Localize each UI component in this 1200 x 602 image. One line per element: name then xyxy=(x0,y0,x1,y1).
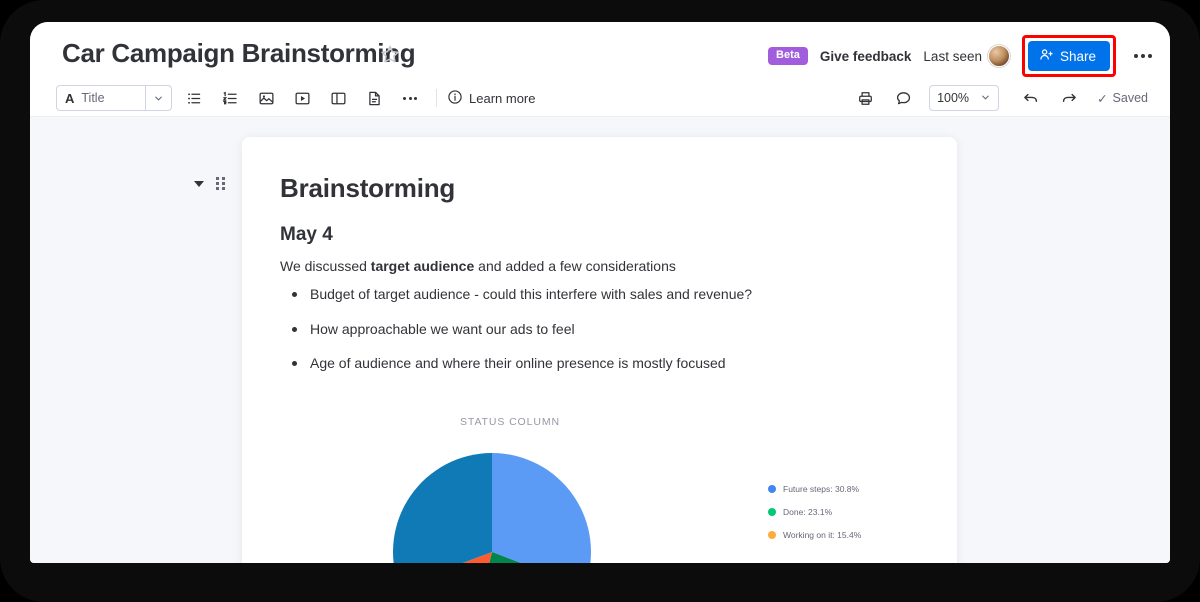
doc-subheading: May 4 xyxy=(280,224,333,245)
share-button[interactable]: Share xyxy=(1027,41,1110,71)
zoom-select[interactable]: 100% xyxy=(929,85,1000,111)
toolbar-right-group: 100% ✓ Saved xyxy=(845,85,1170,111)
list-item: How approachable we want our ads to feel xyxy=(280,320,913,340)
list-item: Age of audience and where their online p… xyxy=(280,354,913,374)
legend-label: Working on it: 15.4% xyxy=(783,529,862,540)
last-seen-group[interactable]: Last seen xyxy=(923,45,1010,67)
zoom-value: 100% xyxy=(937,91,970,105)
pie-chart-svg xyxy=(393,452,591,563)
image-icon[interactable] xyxy=(252,85,280,111)
legend-item[interactable]: Future steps: 30.8% xyxy=(768,484,861,494)
list-item: Budget of target audience - could this i… xyxy=(280,285,913,305)
block-gutter-controls xyxy=(194,177,225,190)
info-circle-icon xyxy=(447,89,463,108)
share-highlight-box: Share xyxy=(1021,35,1116,77)
print-icon[interactable] xyxy=(851,85,879,111)
legend-color-swatch xyxy=(768,507,776,516)
undo-arrow-icon[interactable] xyxy=(1017,85,1045,111)
page-title: Car Campaign Brainstorming xyxy=(62,38,416,68)
comment-bubble-icon[interactable] xyxy=(889,85,917,111)
layout-columns-icon[interactable] xyxy=(324,85,352,111)
intro-suffix: and added a few considerations xyxy=(474,258,676,274)
pie-chart-widget: STATUS COLUMN Future steps: 30.8% Done: … xyxy=(280,416,913,563)
legend-label: Done: 23.1% xyxy=(783,506,833,517)
give-feedback-link[interactable]: Give feedback xyxy=(820,49,912,64)
more-options-icon[interactable] xyxy=(396,85,424,111)
pie-slice[interactable] xyxy=(393,452,492,563)
star-outline-icon[interactable] xyxy=(380,44,400,64)
legend-color-swatch xyxy=(768,530,776,539)
text-style-select[interactable]: A Title xyxy=(56,85,172,111)
numbered-list-icon[interactable] xyxy=(216,85,244,111)
text-style-a-icon: A xyxy=(65,90,75,106)
chevron-down-icon xyxy=(980,92,991,105)
legend-color-swatch xyxy=(768,484,776,493)
header-actions: Beta Give feedback Last seen Share xyxy=(768,35,1158,77)
saved-status: ✓ Saved xyxy=(1097,91,1148,106)
bulleted-list-icon[interactable] xyxy=(180,85,208,111)
avatar[interactable] xyxy=(987,45,1010,67)
legend-label: Future steps: 30.8% xyxy=(783,483,860,494)
chevron-down-icon[interactable] xyxy=(145,86,171,110)
learn-more-button[interactable]: Learn more xyxy=(447,89,535,108)
pie-chart[interactable] xyxy=(392,452,592,563)
app-header: Car Campaign Brainstorming Beta Give fee… xyxy=(30,22,1170,80)
doc-intro-paragraph: We discussed target audience and added a… xyxy=(280,256,913,277)
learn-more-label: Learn more xyxy=(469,90,536,106)
intro-prefix: We discussed xyxy=(280,258,371,274)
document-canvas: Brainstorming May 4 We discussed target … xyxy=(30,117,1170,563)
kebab-more-icon[interactable] xyxy=(1128,46,1158,66)
beta-badge: Beta xyxy=(768,47,808,65)
toolbar-left-group: A Title Learn more xyxy=(30,85,535,111)
video-icon[interactable] xyxy=(288,85,316,111)
person-add-icon xyxy=(1039,47,1054,65)
consideration-list: Budget of target audience - could this i… xyxy=(280,285,913,374)
legend-item[interactable]: Working on it: 15.4% xyxy=(768,530,861,540)
share-button-label: Share xyxy=(1059,48,1096,64)
pie-slice[interactable] xyxy=(492,452,591,563)
last-seen-label: Last seen xyxy=(923,48,982,64)
toolbar-divider xyxy=(436,89,437,107)
redo-arrow-icon[interactable] xyxy=(1055,85,1083,111)
document-icon[interactable] xyxy=(360,85,388,111)
drag-handle-icon[interactable] xyxy=(216,177,225,190)
device-bezel: Car Campaign Brainstorming Beta Give fee… xyxy=(0,0,1200,602)
editor-toolbar: A Title Learn more 100% ✓ Saved xyxy=(30,80,1170,117)
chart-legend: Future steps: 30.8% Done: 23.1% Working … xyxy=(768,484,861,540)
doc-heading: Brainstorming xyxy=(280,173,456,203)
chart-title: STATUS COLUMN xyxy=(460,415,560,428)
document-page: Brainstorming May 4 We discussed target … xyxy=(242,137,957,563)
collapse-triangle-icon[interactable] xyxy=(194,180,204,187)
app-window: Car Campaign Brainstorming Beta Give fee… xyxy=(30,22,1170,563)
text-style-value: Title xyxy=(81,91,105,105)
intro-bold: target audience xyxy=(370,258,475,274)
check-icon: ✓ xyxy=(1097,91,1108,106)
saved-label: Saved xyxy=(1112,91,1148,105)
legend-item[interactable]: Done: 23.1% xyxy=(768,507,861,517)
